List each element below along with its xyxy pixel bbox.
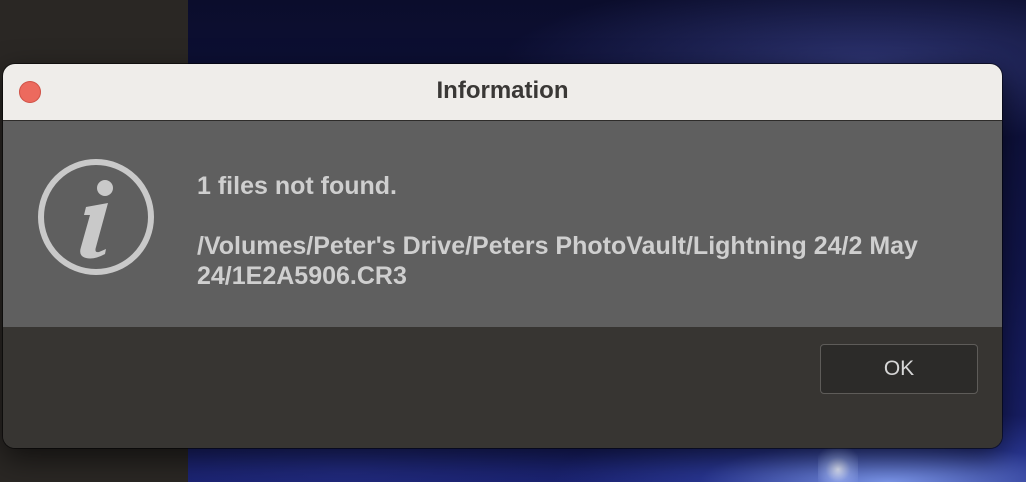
ok-button[interactable]: OK — [820, 344, 978, 394]
dialog-message: 1 files not found. /Volumes/Peter's Driv… — [197, 171, 977, 291]
message-file-path: /Volumes/Peter's Drive/Peters PhotoVault… — [197, 232, 918, 290]
dialog-footer: OK — [3, 327, 1002, 448]
dialog-title: Information — [436, 77, 569, 104]
message-summary: 1 files not found. — [197, 172, 397, 200]
information-dialog: Information 1 files not found. /Volumes/… — [3, 64, 1002, 448]
desktop: Information 1 files not found. /Volumes/… — [0, 0, 1026, 482]
info-icon — [38, 159, 154, 275]
dialog-titlebar: Information — [3, 64, 1002, 121]
dialog-body: 1 files not found. /Volumes/Peter's Driv… — [3, 121, 1002, 327]
